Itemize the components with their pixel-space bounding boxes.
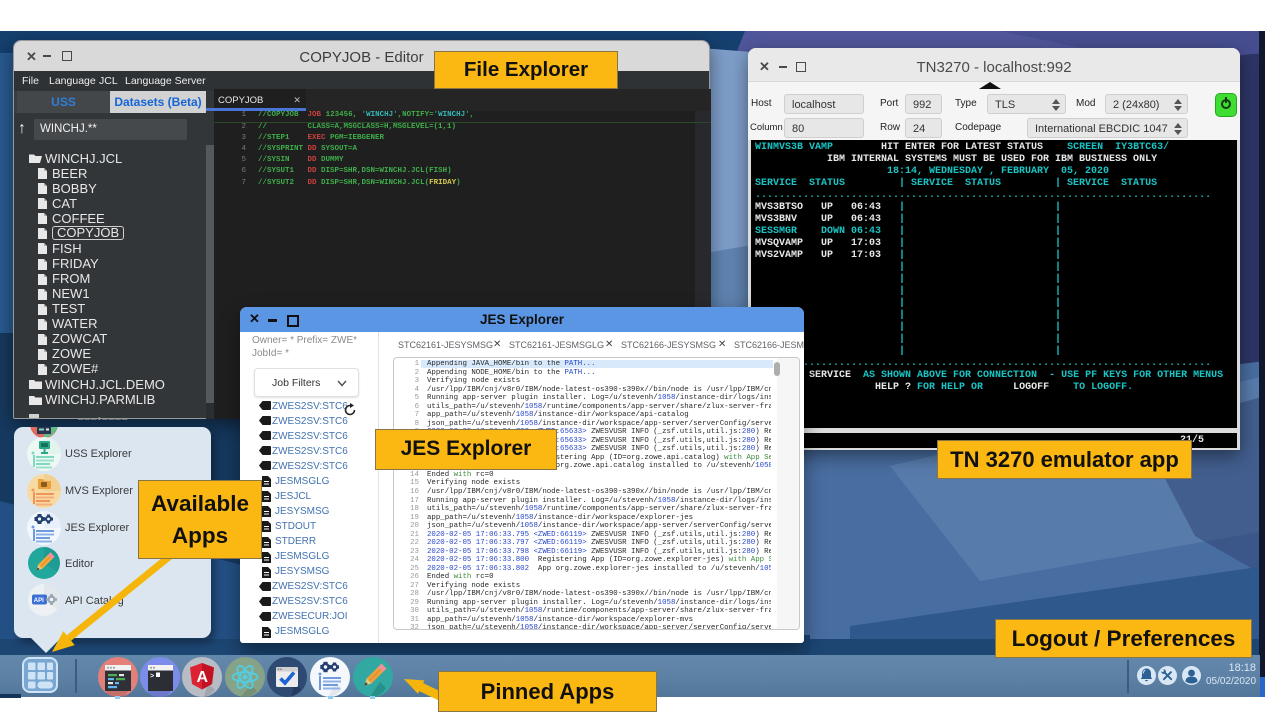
svg-text:>: > (150, 673, 154, 681)
svg-text:A: A (197, 669, 209, 686)
svg-text:API: API (34, 598, 44, 604)
